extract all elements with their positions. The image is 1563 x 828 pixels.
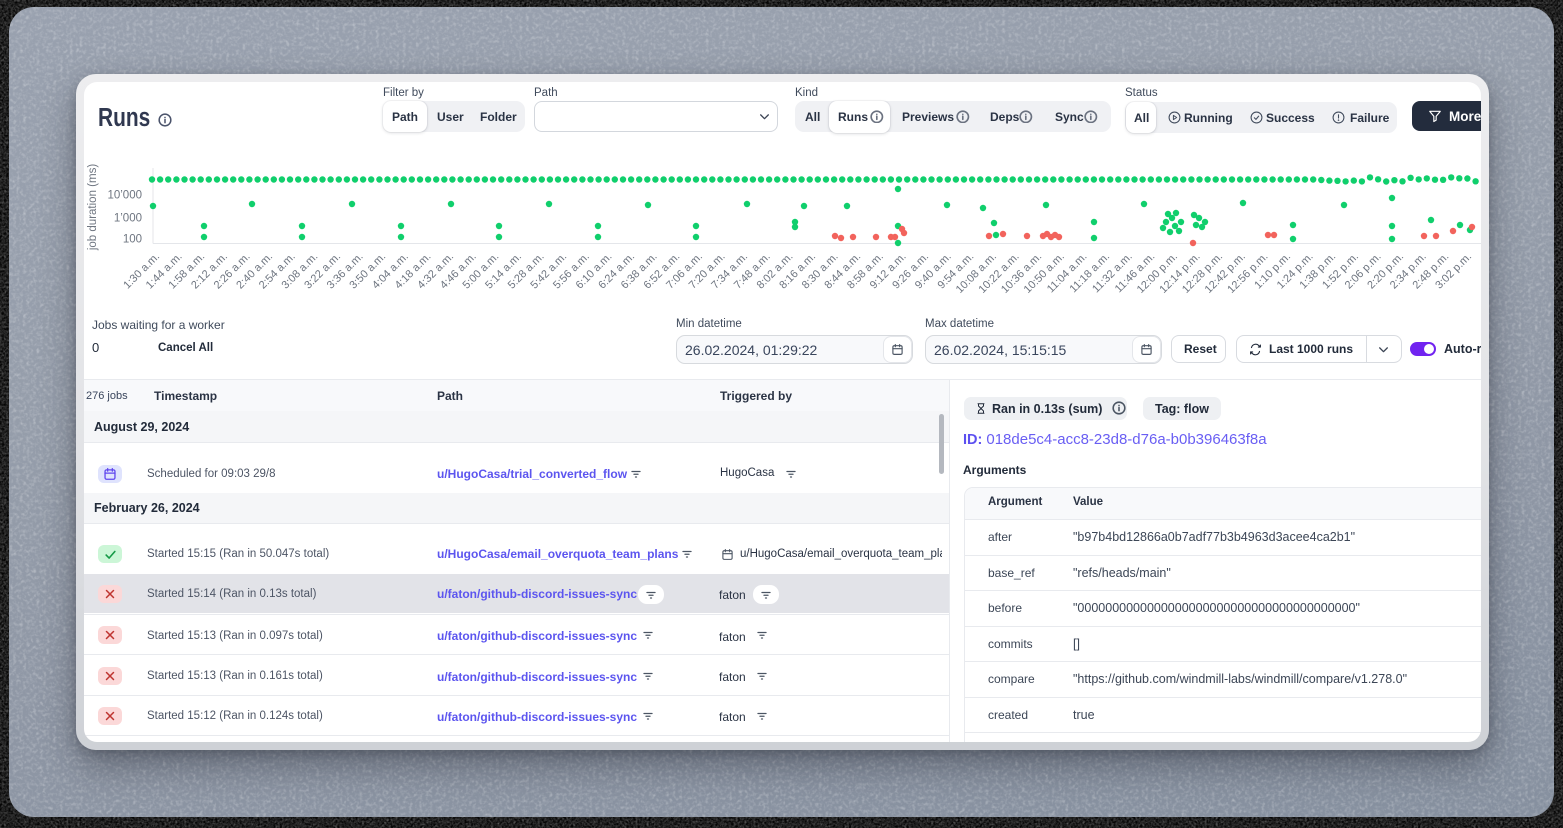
svg-text:job duration (ms): job duration (ms)	[87, 164, 99, 251]
svg-text:100: 100	[123, 234, 142, 246]
svg-text:1’000: 1’000	[114, 213, 142, 225]
svg-text:10’000: 10’000	[107, 190, 142, 202]
